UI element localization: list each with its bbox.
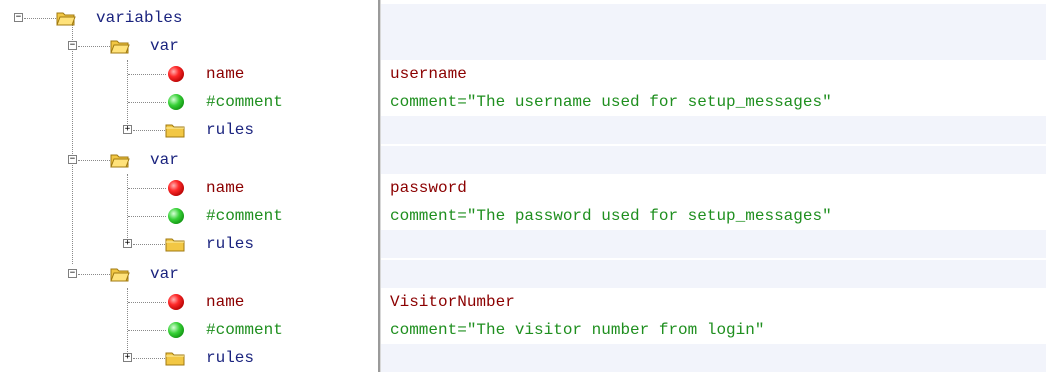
xml-tree-pane: − variables − var name #comment + rules …	[0, 0, 378, 372]
expand-toggle[interactable]: +	[123, 239, 132, 248]
node-label: name	[206, 293, 245, 311]
values-pane: username comment="The username used for …	[381, 0, 1046, 372]
tree-node-name[interactable]: name	[0, 60, 378, 88]
value-row-name[interactable]: password	[381, 174, 1046, 202]
value-row-empty[interactable]	[381, 260, 1046, 288]
tree-node-rules[interactable]: + rules	[0, 344, 378, 372]
node-label: var	[150, 265, 179, 283]
value-row-empty[interactable]	[381, 230, 1046, 258]
tree-connector	[128, 302, 166, 303]
tree-connector	[133, 244, 165, 245]
tree-node-var[interactable]: − var	[0, 260, 378, 288]
tree-connector	[78, 46, 110, 47]
tree-node-rules[interactable]: + rules	[0, 230, 378, 258]
node-label: rules	[206, 349, 255, 367]
expand-toggle[interactable]: +	[123, 353, 132, 362]
tree-node-comment[interactable]: #comment	[0, 202, 378, 230]
tree-node-comment[interactable]: #comment	[0, 88, 378, 116]
folder-open-icon	[110, 268, 130, 282]
node-label: #comment	[206, 93, 283, 111]
tree-connector	[128, 188, 166, 189]
comment-green-ball-icon	[168, 94, 184, 110]
comment-green-ball-icon	[168, 208, 184, 224]
folder-closed-icon	[165, 238, 185, 252]
folder-open-icon	[110, 154, 130, 168]
tree-node-variables[interactable]: − variables	[0, 4, 378, 32]
node-label: var	[150, 151, 179, 169]
node-label: rules	[206, 235, 255, 253]
value-row-comment[interactable]: comment="The username used for setup_mes…	[381, 88, 1046, 116]
attribute-red-ball-icon	[168, 180, 184, 196]
tree-connector	[128, 216, 166, 217]
value-row-comment[interactable]: comment="The visitor number from login"	[381, 316, 1046, 344]
tree-node-name[interactable]: name	[0, 288, 378, 316]
folder-closed-icon	[165, 352, 185, 366]
collapse-toggle[interactable]: −	[68, 155, 77, 164]
tree-node-var[interactable]: − var	[0, 146, 378, 174]
tree-connector	[128, 102, 166, 103]
attribute-red-ball-icon	[168, 66, 184, 82]
tree-connector	[133, 130, 165, 131]
folder-open-icon	[110, 40, 130, 54]
tree-node-name[interactable]: name	[0, 174, 378, 202]
value-row-name[interactable]: VisitorNumber	[381, 288, 1046, 316]
tree-node-var[interactable]: − var	[0, 32, 378, 60]
tree-connector	[133, 358, 165, 359]
node-label: #comment	[206, 207, 283, 225]
tree-connector	[78, 160, 110, 161]
tree-connector	[128, 330, 166, 331]
tree-connector	[24, 18, 56, 19]
node-label: variables	[96, 9, 183, 27]
tree-node-comment[interactable]: #comment	[0, 316, 378, 344]
value-row-empty[interactable]	[381, 146, 1046, 174]
attribute-red-ball-icon	[168, 294, 184, 310]
expand-toggle[interactable]: +	[123, 125, 132, 134]
node-label: rules	[206, 121, 255, 139]
node-label: name	[206, 65, 245, 83]
value-row-comment[interactable]: comment="The password used for setup_mes…	[381, 202, 1046, 230]
comment-green-ball-icon	[168, 322, 184, 338]
value-row-empty[interactable]	[381, 32, 1046, 60]
collapse-toggle[interactable]: −	[14, 13, 23, 22]
node-label: #comment	[206, 321, 283, 339]
value-row-name[interactable]: username	[381, 60, 1046, 88]
node-label: name	[206, 179, 245, 197]
tree-connector	[78, 274, 110, 275]
folder-closed-icon	[165, 124, 185, 138]
node-label: var	[150, 37, 179, 55]
tree-connector	[128, 74, 166, 75]
collapse-toggle[interactable]: −	[68, 269, 77, 278]
collapse-toggle[interactable]: −	[68, 41, 77, 50]
value-row-empty[interactable]	[381, 344, 1046, 372]
value-row-empty[interactable]	[381, 4, 1046, 32]
tree-node-rules[interactable]: + rules	[0, 116, 378, 144]
folder-open-icon	[56, 12, 76, 26]
value-row-empty[interactable]	[381, 116, 1046, 144]
